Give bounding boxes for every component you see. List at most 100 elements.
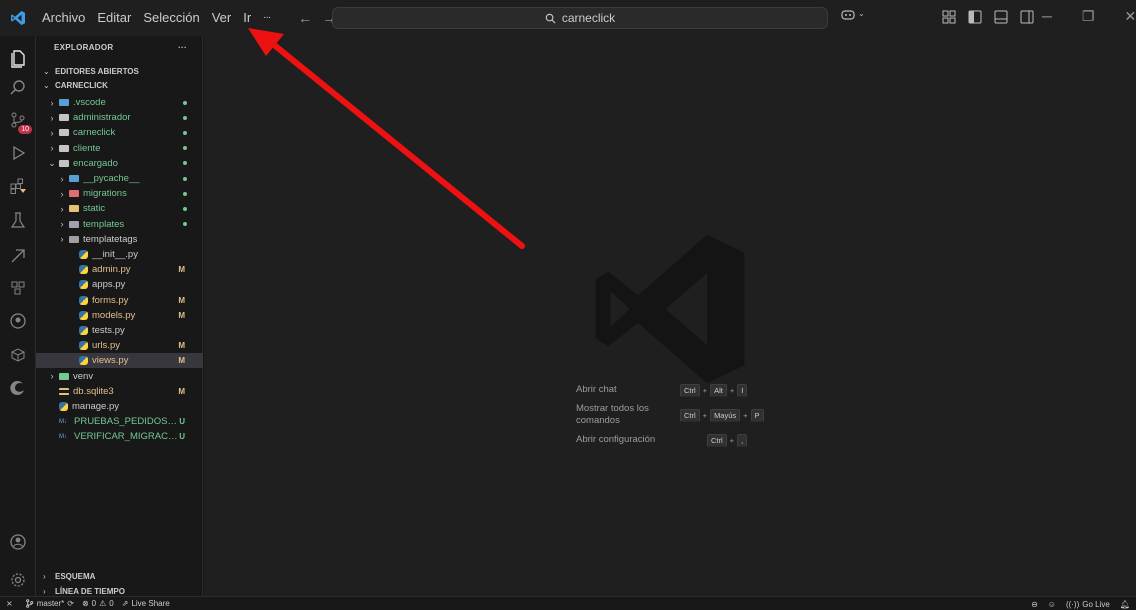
live-share-icon: ⇗ bbox=[121, 599, 129, 608]
sync-icon[interactable]: ⟳ bbox=[67, 599, 74, 608]
shortcut-keys: Ctrl + , bbox=[707, 434, 748, 447]
tree-item[interactable]: tests.py bbox=[36, 323, 203, 338]
folder-icon bbox=[69, 220, 79, 228]
tree-item[interactable]: › .vscode bbox=[36, 95, 203, 110]
menu-editar[interactable]: Editar bbox=[91, 7, 137, 29]
tree-item[interactable]: › templatetags bbox=[36, 232, 203, 247]
tree-item[interactable]: › administrador bbox=[36, 110, 203, 125]
database-file-icon bbox=[59, 387, 69, 395]
branch-status[interactable]: master* ⟳ bbox=[25, 599, 74, 608]
chevron-right-icon: › bbox=[50, 371, 54, 382]
python-file-icon bbox=[79, 341, 88, 351]
toggle-secondary-sidebar-icon[interactable] bbox=[1020, 10, 1034, 24]
tree-item[interactable]: admin.py M bbox=[36, 262, 203, 277]
minimize-icon[interactable]: ─ bbox=[1042, 8, 1052, 25]
activity-bar: 10 bbox=[0, 36, 36, 596]
tree-item[interactable]: ⌄ encargado bbox=[36, 156, 203, 171]
explorer-icon[interactable] bbox=[6, 46, 30, 70]
github-icon[interactable] bbox=[6, 309, 30, 333]
toggle-panel-icon[interactable] bbox=[994, 10, 1008, 24]
shortcut-keys: Ctrl + Alt + I bbox=[680, 384, 748, 397]
tree-item[interactable]: urls.py M bbox=[36, 338, 203, 353]
go-live-button[interactable]: ((·)) Go Live bbox=[1066, 600, 1110, 609]
menu-seleccion[interactable]: Selección bbox=[137, 7, 205, 29]
key: Mayús bbox=[710, 408, 741, 422]
close-icon[interactable]: ✕ bbox=[1124, 8, 1136, 25]
tree-item[interactable]: M↓ PRUEBAS_PEDIDOS.md U bbox=[36, 414, 203, 429]
explorer-title: EXPLORADOR bbox=[54, 43, 114, 52]
remote-explorer-icon[interactable] bbox=[6, 244, 30, 268]
git-status-badge: U bbox=[179, 432, 185, 442]
chevron-right-icon: › bbox=[50, 97, 54, 108]
folder-icon bbox=[59, 129, 69, 137]
source-control-icon[interactable]: 10 bbox=[6, 108, 32, 134]
menu-ir[interactable]: Ir bbox=[237, 7, 257, 29]
chevron-down-icon: ⌄ bbox=[43, 80, 50, 90]
tree-item[interactable]: › templates bbox=[36, 217, 203, 232]
git-status-badge: M bbox=[178, 341, 185, 351]
explorer-header: EXPLORADOR ··· bbox=[36, 43, 203, 57]
folder-icon bbox=[59, 114, 69, 122]
live-share-icon[interactable] bbox=[6, 276, 30, 300]
tree-item[interactable]: › cliente bbox=[36, 141, 203, 156]
tree-item[interactable]: › migrations bbox=[36, 186, 203, 201]
tree-item-label: db.sqlite3 bbox=[73, 385, 114, 397]
live-share-status[interactable]: ⇗ Live Share bbox=[122, 599, 170, 608]
tree-item[interactable]: models.py M bbox=[36, 308, 203, 323]
menu-archivo[interactable]: Archivo bbox=[36, 7, 91, 29]
zoom-icon[interactable]: ⊖ bbox=[1031, 600, 1038, 609]
shortcut-open-chat[interactable]: Abrir chat Ctrl + Alt + I bbox=[576, 384, 836, 397]
menu-bar: Archivo Editar Selección Ver Ir ··· bbox=[36, 7, 276, 29]
chevron-down-icon: ⌄ bbox=[43, 66, 50, 76]
problems-status[interactable]: ⊗ 0 ⚠ 0 bbox=[82, 599, 114, 608]
settings-gear-icon[interactable] bbox=[6, 568, 30, 592]
notifications-bell-icon[interactable]: 🔔︎ bbox=[1120, 600, 1130, 609]
copilot-button[interactable]: ⌄ bbox=[840, 9, 865, 22]
tree-item[interactable]: views.py M bbox=[36, 353, 203, 369]
tree-item[interactable]: apps.py bbox=[36, 277, 203, 292]
tree-item-label: manage.py bbox=[72, 401, 120, 412]
tree-item[interactable]: manage.py bbox=[36, 399, 203, 414]
back-arrow-icon[interactable]: ← bbox=[298, 10, 312, 26]
editor-area: Abrir chat Ctrl + Alt + I Mostrar todos lo… bbox=[204, 36, 1136, 596]
tree-item[interactable]: __init__.py bbox=[36, 247, 203, 262]
containers-icon[interactable] bbox=[6, 343, 30, 367]
vscode-logo-icon bbox=[0, 10, 36, 26]
search-icon[interactable] bbox=[6, 76, 30, 100]
account-icon[interactable] bbox=[6, 530, 30, 554]
git-status-dot bbox=[183, 146, 187, 151]
tree-item[interactable]: › static bbox=[36, 201, 203, 216]
shortcut-open-settings[interactable]: Abrir configuración Ctrl + , bbox=[576, 434, 836, 447]
copilot-status-icon[interactable]: ☺ bbox=[1048, 600, 1056, 609]
tree-item[interactable]: › venv bbox=[36, 369, 203, 384]
git-status-badge: M bbox=[178, 295, 185, 305]
menu-ver[interactable]: Ver bbox=[206, 7, 238, 29]
toggle-primary-sidebar-icon[interactable] bbox=[968, 10, 982, 24]
open-editors-section[interactable]: ⌄ EDITORES ABIERTOS bbox=[36, 64, 203, 78]
shortcut-show-commands[interactable]: Mostrar todos los comandos Ctrl + Mayús + … bbox=[576, 403, 836, 427]
error-icon: ⊗ bbox=[81, 599, 89, 608]
remote-icon[interactable]: ⨯ bbox=[6, 599, 13, 608]
restore-icon[interactable]: ❐ bbox=[1082, 8, 1095, 25]
customize-layout-icon[interactable] bbox=[942, 10, 956, 24]
search-text: carneclick bbox=[561, 11, 616, 25]
tree-item[interactable]: db.sqlite3 M bbox=[36, 384, 203, 399]
chevron-right-icon: › bbox=[43, 586, 46, 596]
tree-item[interactable]: M↓ VERIFICAR_MIGRACION...U bbox=[36, 429, 203, 444]
outline-section[interactable]: › ESQUEMA bbox=[36, 569, 203, 583]
tree-item-label: .vscode bbox=[73, 97, 106, 108]
menu-more-button[interactable]: ··· bbox=[257, 7, 276, 29]
tree-item[interactable]: › carneclick bbox=[36, 125, 203, 140]
tree-item-label: administrador bbox=[73, 112, 131, 124]
testing-icon[interactable] bbox=[6, 208, 30, 232]
tree-item[interactable]: › __pycache__ bbox=[36, 171, 203, 186]
run-debug-icon[interactable] bbox=[6, 141, 30, 165]
project-section[interactable]: ⌄ CARNECLICK bbox=[36, 78, 203, 92]
explorer-more-button[interactable]: ··· bbox=[178, 43, 187, 57]
command-center-search[interactable]: carneclick bbox=[332, 7, 828, 29]
extensions-icon[interactable] bbox=[6, 174, 30, 198]
edge-icon[interactable] bbox=[6, 376, 30, 400]
shortcut-label: Abrir chat bbox=[576, 384, 617, 395]
chevron-right-icon: › bbox=[60, 219, 64, 230]
tree-item[interactable]: forms.py M bbox=[36, 293, 203, 308]
